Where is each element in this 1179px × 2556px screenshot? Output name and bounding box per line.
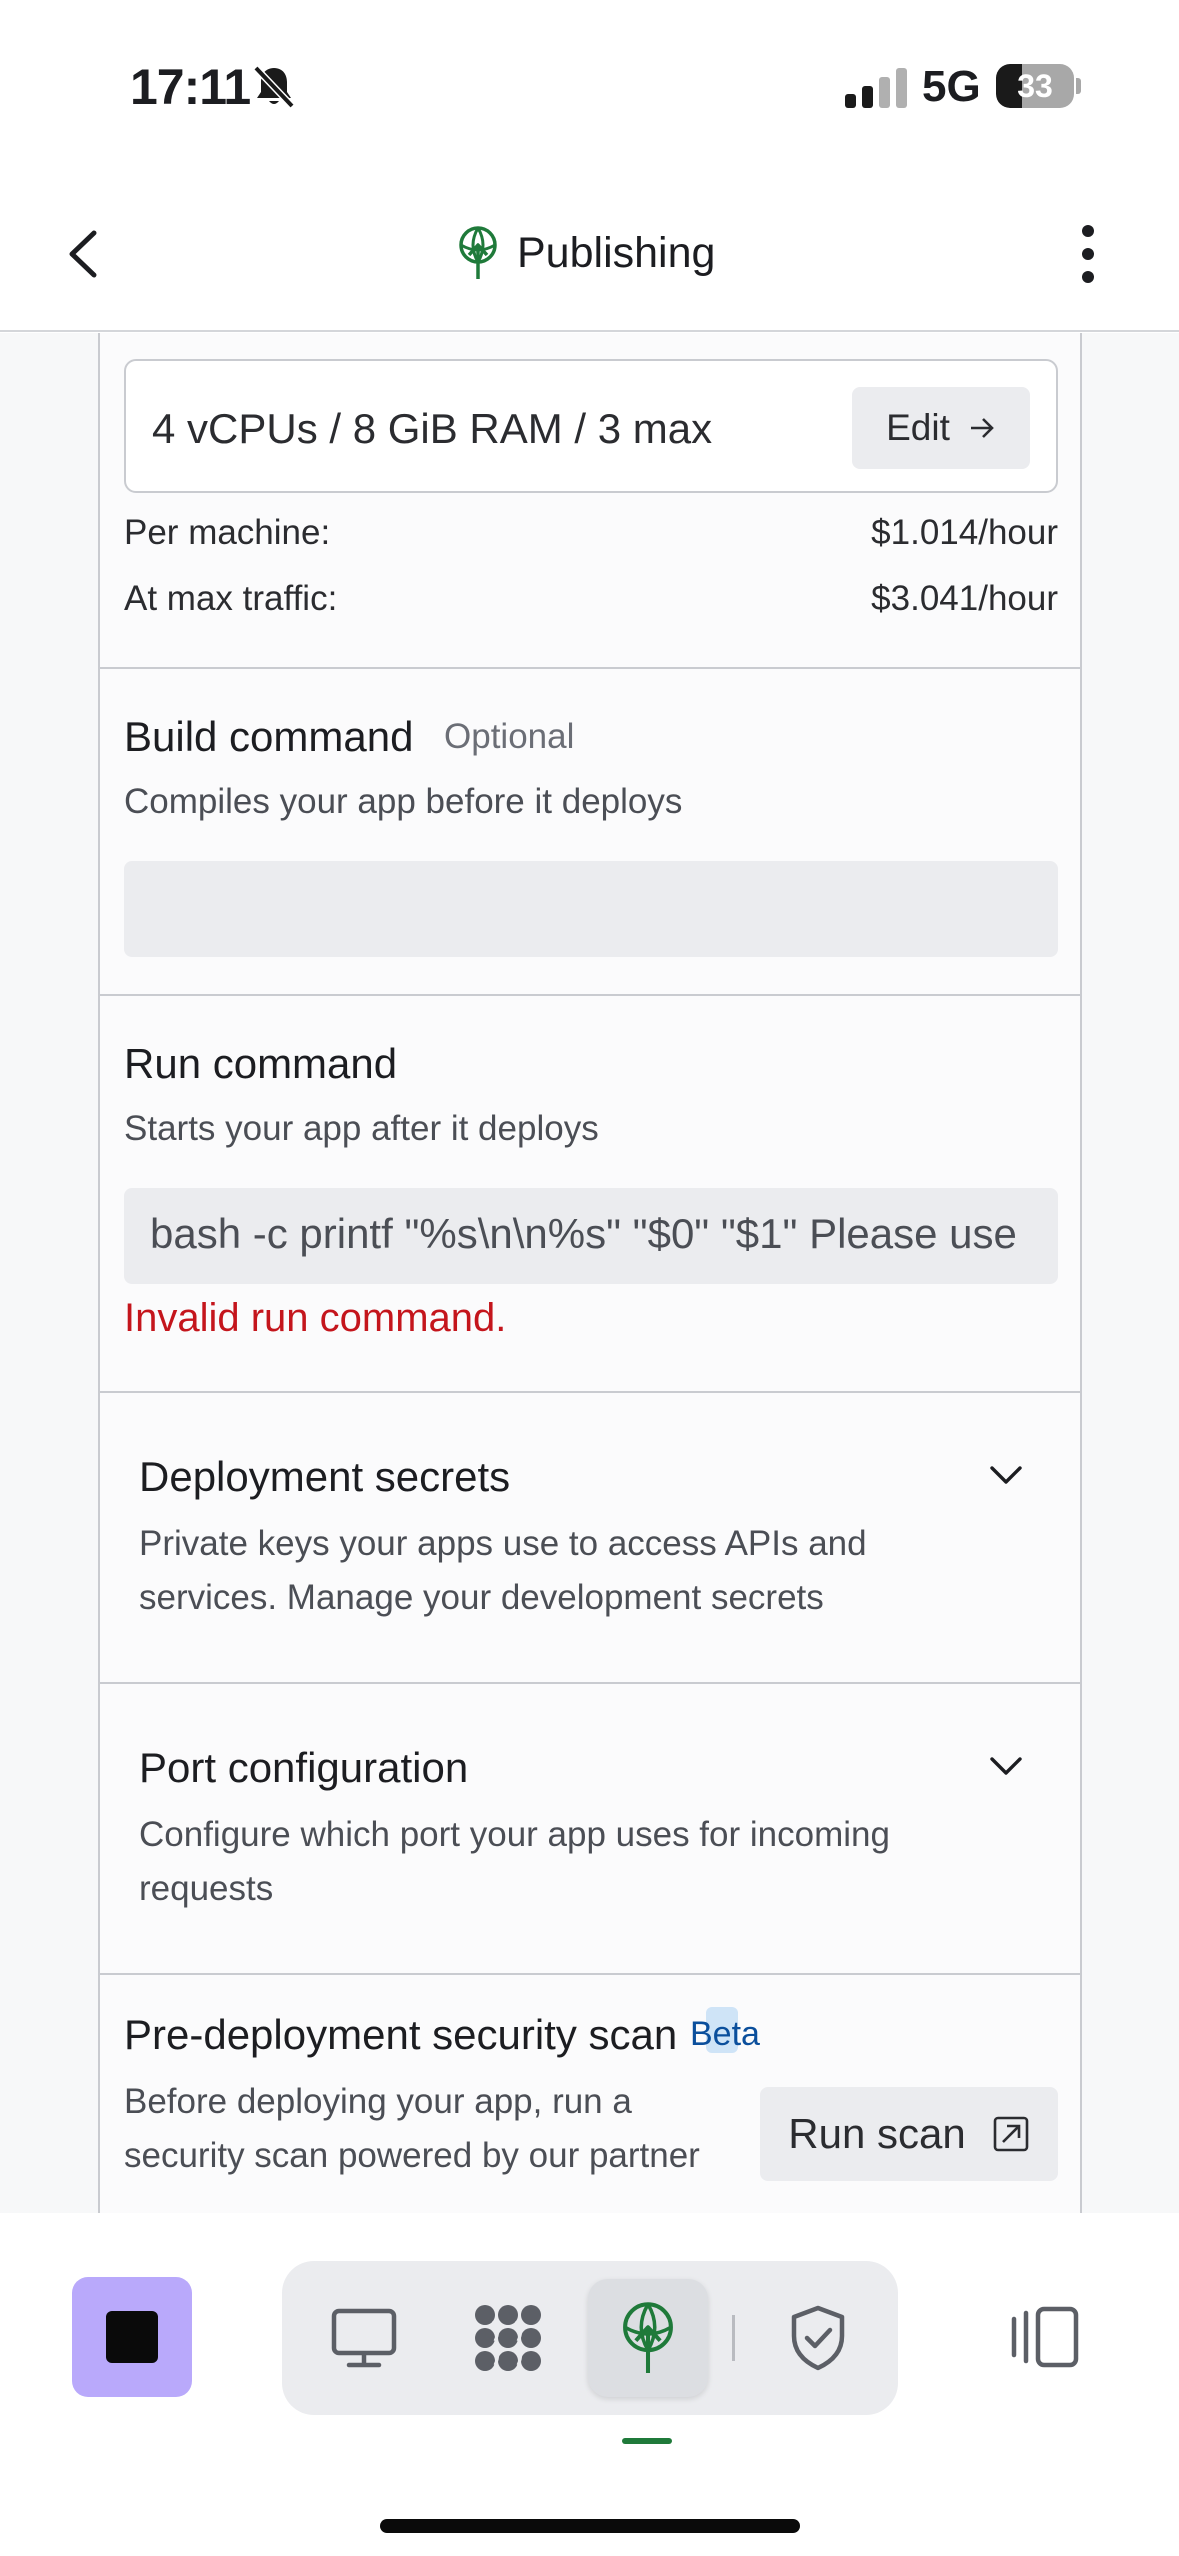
run-command-title: Run command — [124, 1040, 398, 1087]
layout-toggle-icon[interactable] — [1010, 2305, 1080, 2369]
machine-config-box: 4 vCPUs / 8 GiB RAM / 3 max Edit — [124, 359, 1058, 493]
port-configuration-section[interactable]: Port configuration Configure which port … — [100, 1684, 1080, 1975]
page-title-group: Publishing — [455, 223, 715, 283]
per-machine-value: $1.014/hour — [871, 513, 1058, 552]
status-time: 17:11 — [130, 59, 251, 115]
network-label: 5G — [922, 62, 981, 111]
battery-icon: 33 — [996, 64, 1081, 108]
tab-publishing[interactable] — [588, 2279, 708, 2397]
edit-button-label: Edit — [886, 407, 950, 448]
run-command-section: Run command Starts your app after it dep… — [100, 996, 1080, 1393]
run-scan-button[interactable]: Run scan — [760, 2087, 1058, 2181]
max-traffic-label: At max traffic: — [124, 579, 338, 618]
run-command-value: bash -c printf "%s\n\n%s" "$0" "$1" Plea… — [150, 1210, 1017, 1257]
chevron-down-icon[interactable] — [988, 1463, 1024, 1487]
max-traffic-value: $3.041/hour — [871, 579, 1058, 618]
preview-icon — [331, 2308, 397, 2368]
stop-button[interactable] — [72, 2277, 192, 2397]
build-command-input[interactable] — [124, 861, 1058, 957]
back-chevron-icon[interactable] — [56, 219, 116, 289]
port-configuration-description: Configure which port your app uses for i… — [139, 1815, 890, 1908]
build-command-title: Build command — [124, 713, 414, 760]
stop-icon — [106, 2311, 158, 2363]
home-indicator — [380, 2519, 800, 2533]
build-command-section: Build command Optional Compiles your app… — [100, 669, 1080, 996]
optional-label: Optional — [444, 717, 575, 756]
arrow-right-icon — [970, 418, 994, 438]
battery-percent: 33 — [1017, 68, 1053, 104]
beta-badge: Beta — [690, 2015, 760, 2053]
security-icon — [791, 2305, 845, 2371]
deployment-settings-card: 4 vCPUs / 8 GiB RAM / 3 max Edit Per mac… — [98, 333, 1082, 2213]
external-link-icon — [993, 2116, 1029, 2152]
page-title: Publishing — [517, 228, 716, 277]
run-command-input[interactable]: bash -c printf "%s\n\n%s" "$0" "$1" Plea… — [124, 1188, 1058, 1284]
active-tab-indicator — [622, 2438, 672, 2444]
machine-config-text: 4 vCPUs / 8 GiB RAM / 3 max — [152, 405, 713, 452]
publishing-icon — [623, 2302, 673, 2374]
chevron-down-icon[interactable] — [988, 1754, 1024, 1778]
tab-divider — [732, 2315, 735, 2361]
tab-group — [282, 2261, 898, 2415]
tab-workflows[interactable] — [448, 2279, 568, 2397]
security-scan-section: Pre-deployment security scan Beta Before… — [100, 1975, 1080, 2213]
status-bar: 17:11 5G 33 — [0, 0, 1179, 175]
security-scan-title: Pre-deployment security scan — [124, 2011, 678, 2058]
deployment-secrets-section[interactable]: Deployment secrets Private keys your app… — [100, 1393, 1080, 1684]
deployment-settings-scroll[interactable]: 4 vCPUs / 8 GiB RAM / 3 max Edit Per mac… — [0, 333, 1179, 2213]
run-command-description: Starts your app after it deploys — [124, 1109, 599, 1148]
deployment-secrets-description: Private keys your apps use to access API… — [139, 1524, 867, 1617]
build-command-description: Compiles your app before it deploys — [124, 782, 683, 821]
security-scan-description: Before deploying your app, run a securit… — [124, 2082, 700, 2175]
edit-machine-button[interactable]: Edit — [852, 387, 1030, 469]
tab-security[interactable] — [758, 2279, 878, 2397]
bottom-toolbar — [0, 2213, 1179, 2556]
signal-strength-icon — [845, 68, 907, 108]
machine-config-section: 4 vCPUs / 8 GiB RAM / 3 max Edit Per mac… — [100, 333, 1080, 669]
more-options-icon[interactable] — [1070, 219, 1110, 289]
tab-preview[interactable] — [304, 2279, 424, 2397]
run-scan-label: Run scan — [788, 2110, 966, 2157]
deployment-secrets-title: Deployment secrets — [139, 1453, 511, 1500]
bell-off-icon — [253, 65, 295, 109]
app-header: Publishing — [0, 175, 1179, 332]
port-configuration-title: Port configuration — [139, 1744, 469, 1791]
per-machine-label: Per machine: — [124, 513, 331, 552]
publishing-icon — [459, 226, 497, 279]
run-command-error: Invalid run command. — [124, 1296, 507, 1340]
workflows-icon — [475, 2305, 541, 2371]
